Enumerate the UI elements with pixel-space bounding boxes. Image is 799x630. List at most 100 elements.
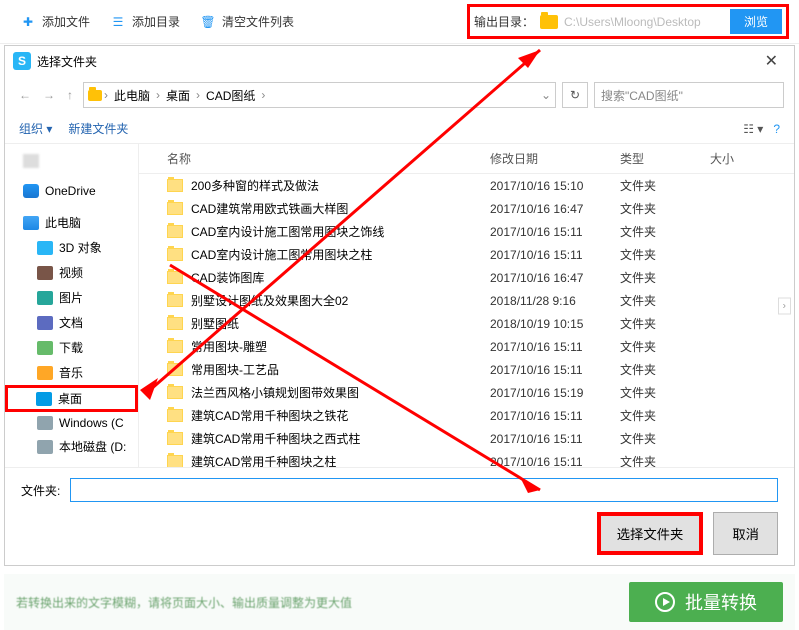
file-date: 2017/10/16 16:47: [490, 202, 620, 216]
close-icon[interactable]: ✕: [757, 51, 786, 71]
main-topbar: ✚ 添加文件 ☰ 添加目录 🗑 清空文件列表 输出目录： C:\Users\Ml…: [0, 0, 799, 44]
add-file-button[interactable]: ✚ 添加文件: [10, 7, 100, 36]
location-icon: [23, 154, 39, 168]
sidebar-item[interactable]: 本地磁盘 (D:: [5, 434, 138, 459]
search-input[interactable]: 搜索"CAD图纸": [594, 82, 784, 108]
table-row[interactable]: CAD建筑常用欧式铁画大样图2017/10/16 16:47文件夹: [139, 197, 794, 220]
sidebar-item-label: Windows (C: [59, 416, 124, 430]
file-date: 2017/10/16 15:11: [490, 409, 620, 423]
help-button[interactable]: ?: [773, 122, 780, 136]
folder-icon: [167, 455, 183, 467]
list-icon: ☰: [110, 14, 126, 30]
col-size[interactable]: 大小: [710, 150, 780, 167]
file-name: CAD建筑常用欧式铁画大样图: [191, 200, 490, 217]
file-date: 2017/10/16 15:11: [490, 363, 620, 377]
new-folder-button[interactable]: 新建文件夹: [68, 120, 128, 137]
sidebar-item[interactable]: 图片: [5, 285, 138, 310]
trash-icon: 🗑: [200, 14, 216, 30]
dialog-buttons: 选择文件夹 取消: [21, 512, 778, 555]
file-date: 2017/10/16 15:11: [490, 455, 620, 468]
table-row[interactable]: 别墅设计图纸及效果图大全022018/11/28 9:16文件夹: [139, 289, 794, 312]
browse-button[interactable]: 浏览: [730, 9, 782, 34]
output-label: 输出目录：: [474, 13, 534, 30]
sidebar-item-label: 文档: [59, 314, 83, 331]
output-path: C:\Users\Mloong\Desktop: [564, 15, 724, 29]
folder-icon: [167, 179, 183, 192]
sidebar-item[interactable]: 此电脑: [5, 210, 138, 235]
add-dir-label: 添加目录: [132, 13, 180, 30]
file-date: 2017/10/16 15:19: [490, 386, 620, 400]
refresh-button[interactable]: ↻: [562, 82, 588, 108]
view-mode-button[interactable]: ☷ ▾: [743, 122, 763, 136]
clear-list-button[interactable]: 🗑 清空文件列表: [190, 7, 304, 36]
sidebar-item[interactable]: OneDrive: [5, 180, 138, 202]
location-icon: [37, 416, 53, 430]
table-row[interactable]: 常用图块-工艺品2017/10/16 15:11文件夹: [139, 358, 794, 381]
sidebar-item[interactable]: 视频: [5, 260, 138, 285]
table-row[interactable]: CAD室内设计施工图常用图块之柱2017/10/16 15:11文件夹: [139, 243, 794, 266]
table-row[interactable]: 建筑CAD常用千种图块之西式柱2017/10/16 15:11文件夹: [139, 427, 794, 450]
table-row[interactable]: 200多种窗的样式及做法2017/10/16 15:10文件夹: [139, 174, 794, 197]
table-row[interactable]: 常用图块-雕塑2017/10/16 15:11文件夹: [139, 335, 794, 358]
folder-icon: [540, 15, 558, 29]
table-row[interactable]: CAD室内设计施工图常用图块之饰线2017/10/16 15:11文件夹: [139, 220, 794, 243]
forward-button[interactable]: →: [39, 86, 59, 104]
table-row[interactable]: CAD装饰图库2017/10/16 16:47文件夹: [139, 266, 794, 289]
sidebar-item[interactable]: 音乐: [5, 360, 138, 385]
scroll-right-icon[interactable]: ›: [778, 297, 791, 314]
chevron-down-icon[interactable]: ⌄: [541, 88, 551, 102]
location-icon: [23, 184, 39, 198]
file-name: 别墅设计图纸及效果图大全02: [191, 292, 490, 309]
breadcrumb-item[interactable]: 桌面: [162, 87, 194, 104]
folder-input[interactable]: [70, 478, 778, 502]
batch-convert-button[interactable]: 批量转换: [629, 582, 783, 622]
location-icon: [37, 440, 53, 454]
output-dir-area: 输出目录： C:\Users\Mloong\Desktop 浏览: [467, 4, 789, 39]
location-icon: [36, 392, 52, 406]
sidebar-item[interactable]: Windows (C: [5, 412, 138, 434]
cancel-button[interactable]: 取消: [713, 512, 778, 555]
table-row[interactable]: 法兰西风格小镇规划图带效果图2017/10/16 15:19文件夹: [139, 381, 794, 404]
file-name: CAD室内设计施工图常用图块之柱: [191, 246, 490, 263]
chevron-right-icon: ›: [104, 88, 108, 102]
file-date: 2017/10/16 15:11: [490, 225, 620, 239]
breadcrumb[interactable]: › 此电脑 › 桌面 › CAD图纸 › ⌄: [83, 82, 556, 108]
table-row[interactable]: 别墅图纸2018/10/19 10:15文件夹: [139, 312, 794, 335]
sidebar-item-desktop[interactable]: 桌面: [5, 385, 138, 412]
location-icon: [37, 291, 53, 305]
add-dir-button[interactable]: ☰ 添加目录: [100, 7, 190, 36]
file-name: 法兰西风格小镇规划图带效果图: [191, 384, 490, 401]
sidebar-item[interactable]: 下载: [5, 335, 138, 360]
plus-icon: ✚: [20, 14, 36, 30]
back-button[interactable]: ←: [15, 86, 35, 104]
bottom-strip: 若转换出来的文字模糊，请将页面大小、输出质量调整为更大值 批量转换: [4, 574, 795, 630]
col-type[interactable]: 类型: [620, 150, 710, 167]
table-row[interactable]: 建筑CAD常用千种图块之铁花2017/10/16 15:11文件夹: [139, 404, 794, 427]
clear-list-label: 清空文件列表: [222, 13, 294, 30]
sidebar-item[interactable]: 文档: [5, 310, 138, 335]
folder-icon: [167, 202, 183, 215]
folder-icon: [88, 90, 102, 101]
table-row[interactable]: 建筑CAD常用千种图块之柱2017/10/16 15:11文件夹: [139, 450, 794, 467]
file-type: 文件夹: [620, 407, 710, 424]
select-folder-button[interactable]: 选择文件夹: [597, 512, 704, 555]
hint-text: 若转换出来的文字模糊，请将页面大小、输出质量调整为更大值: [16, 594, 352, 611]
sidebar-item-label: 下载: [59, 339, 83, 356]
up-button[interactable]: ↑: [63, 86, 77, 104]
location-icon: [37, 366, 53, 380]
folder-icon: [167, 340, 183, 353]
sidebar-item[interactable]: [5, 150, 138, 172]
sidebar-item[interactable]: 3D 对象: [5, 235, 138, 260]
organize-button[interactable]: 组织 ▾: [19, 120, 52, 137]
file-type: 文件夹: [620, 315, 710, 332]
dialog-titlebar: S 选择文件夹 ✕: [5, 46, 794, 76]
sidebar-item-label: 桌面: [58, 390, 82, 407]
col-date[interactable]: 修改日期: [490, 150, 620, 167]
column-headers: 名称 修改日期 类型 大小: [139, 144, 794, 174]
breadcrumb-item[interactable]: 此电脑: [110, 87, 154, 104]
folder-dialog: S 选择文件夹 ✕ ← → ↑ › 此电脑 › 桌面 › CAD图纸 › ⌄ ↻…: [4, 45, 795, 566]
app-icon: S: [13, 52, 31, 70]
col-name[interactable]: 名称: [167, 150, 490, 167]
file-date: 2017/10/16 15:10: [490, 179, 620, 193]
breadcrumb-item[interactable]: CAD图纸: [202, 87, 259, 104]
